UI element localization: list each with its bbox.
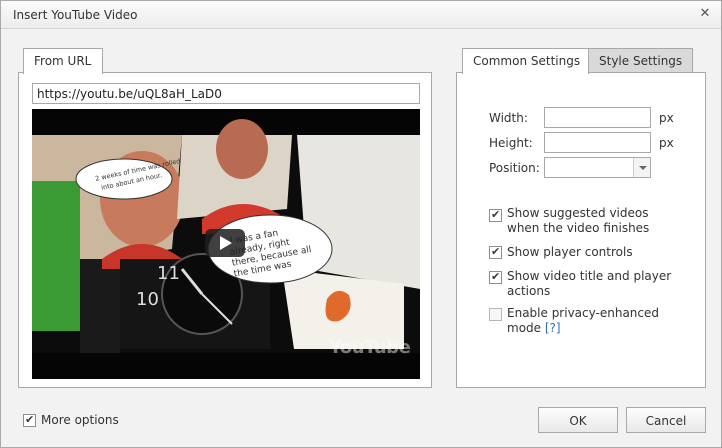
cancel-button[interactable]: Cancel	[626, 407, 706, 433]
width-input[interactable]	[544, 107, 651, 128]
suggested-videos-label: Show suggested videos when the video fini…	[507, 206, 650, 235]
height-label: Height:	[489, 136, 533, 150]
more-options-checkbox[interactable]	[23, 413, 36, 427]
more-options-label: More options	[41, 413, 119, 427]
title-bar: Insert YouTube Video ✕	[1, 1, 721, 29]
svg-text:11: 11	[157, 263, 180, 284]
height-unit: px	[659, 136, 674, 150]
tab-common-settings[interactable]: Common Settings	[462, 48, 589, 74]
suggested-videos-checkbox[interactable]	[489, 208, 502, 222]
tab-style-settings-label: Style Settings	[599, 54, 683, 68]
chevron-down-icon[interactable]	[633, 158, 650, 177]
play-button[interactable]	[205, 229, 245, 257]
insert-youtube-dialog: Insert YouTube Video ✕ From URL https://…	[0, 0, 722, 448]
ok-button[interactable]: OK	[538, 407, 618, 433]
player-controls-label: Show player controls	[507, 245, 633, 259]
position-select[interactable]	[544, 157, 651, 178]
svg-text:10: 10	[136, 289, 159, 310]
privacy-enhanced-label: Enable privacy-enhanced mode [?]	[507, 306, 659, 335]
privacy-enhanced-checkbox[interactable]	[489, 308, 502, 321]
dialog-title: Insert YouTube Video	[13, 8, 138, 22]
player-controls-checkbox[interactable]	[489, 245, 502, 259]
position-label: Position:	[489, 161, 540, 175]
tab-common-settings-label: Common Settings	[473, 54, 581, 68]
tab-from-url[interactable]: From URL	[23, 48, 103, 74]
privacy-help-link[interactable]: [?]	[545, 321, 561, 335]
close-icon[interactable]: ✕	[698, 7, 712, 21]
height-input[interactable]	[544, 132, 651, 153]
tab-style-settings[interactable]: Style Settings	[588, 48, 693, 73]
video-title-checkbox[interactable]	[489, 270, 502, 284]
youtube-watermark: YouTube	[329, 337, 411, 358]
width-unit: px	[659, 111, 674, 125]
url-input[interactable]	[32, 83, 420, 104]
video-preview[interactable]: 11 10 2 weeks of time was rolled into ab…	[32, 109, 420, 379]
tab-from-url-label: From URL	[34, 54, 92, 68]
width-label: Width:	[489, 111, 528, 125]
video-title-label: Show video title and player actions	[507, 269, 672, 298]
